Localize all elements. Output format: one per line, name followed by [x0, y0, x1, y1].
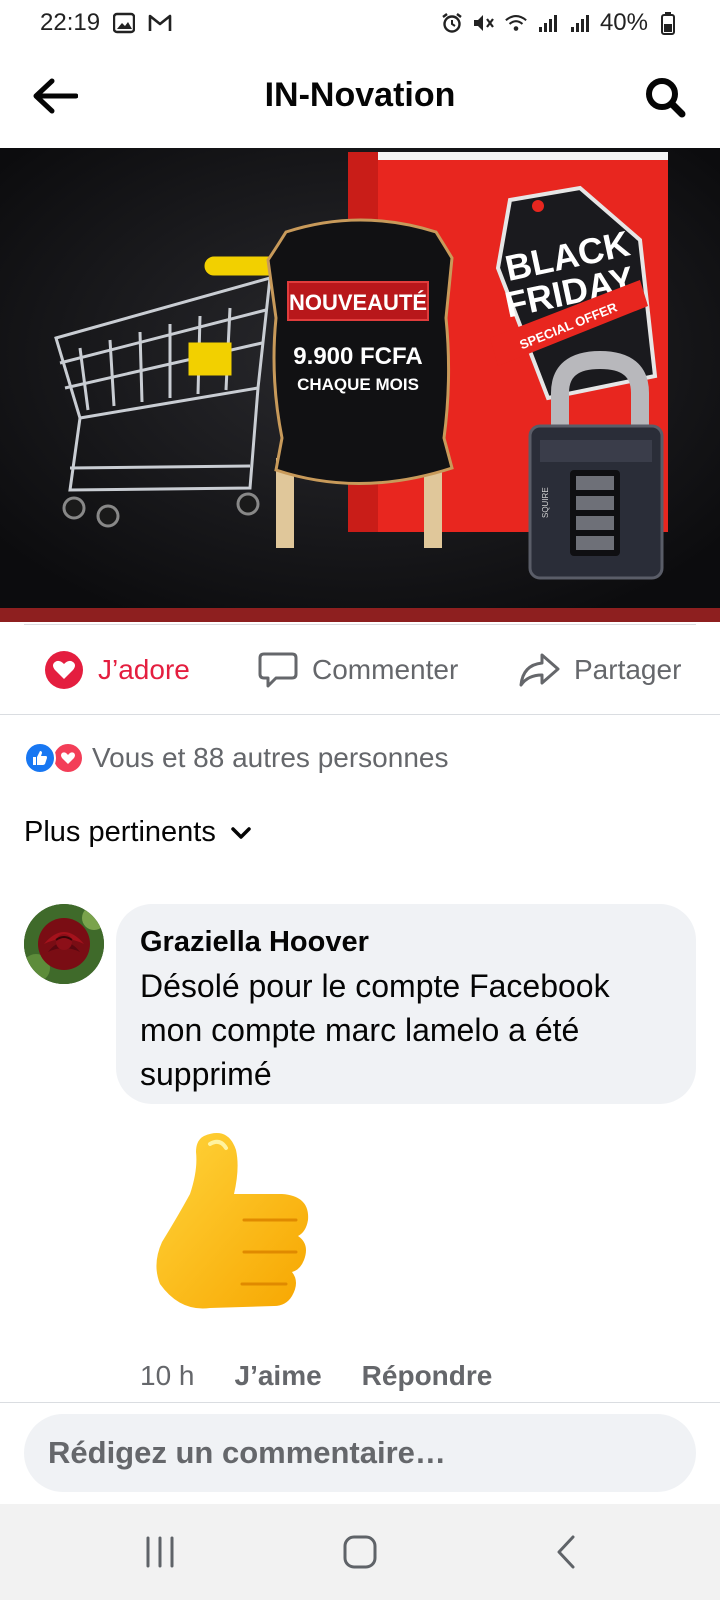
- back-button[interactable]: [30, 74, 80, 118]
- home-button[interactable]: [330, 1526, 390, 1578]
- recent-apps-button[interactable]: [130, 1526, 190, 1578]
- share-label: Partager: [574, 654, 682, 685]
- signal-icon: [536, 11, 560, 35]
- comment-icon: [258, 652, 298, 688]
- back-nav-button[interactable]: [536, 1526, 596, 1578]
- post-actions: J’adore Commenter Partager: [0, 638, 720, 702]
- comment-meta: 10 h J’aime Répondre: [140, 1360, 492, 1392]
- chevron-left-icon: [557, 1535, 575, 1569]
- status-bar: 22:19 40%: [0, 0, 720, 46]
- recent-apps-icon: [146, 1536, 174, 1568]
- comment-text: Désolé pour le compte Facebook mon compt…: [140, 968, 610, 1092]
- chevron-down-icon: [231, 826, 251, 839]
- sort-label: Plus pertinents: [24, 816, 216, 848]
- divider: [24, 624, 696, 625]
- love-icon: [52, 742, 84, 774]
- divider: [0, 1402, 720, 1403]
- divider: [0, 714, 720, 715]
- love-label: J’adore: [98, 654, 190, 685]
- alarm-icon: [440, 11, 464, 35]
- battery-percent: 40%: [599, 9, 648, 36]
- post-image-border: [0, 608, 720, 622]
- gmail-icon: [148, 11, 172, 35]
- svg-text:CHAQUE MOIS: CHAQUE MOIS: [297, 375, 419, 394]
- svg-text:9.900 FCFA: 9.900 FCFA: [293, 343, 422, 370]
- reactions-text: Vous et 88 autres personnes: [92, 742, 449, 773]
- comment-author[interactable]: Graziella Hoover: [140, 922, 672, 962]
- gallery-icon: [112, 11, 136, 35]
- thumbs-up-sticker[interactable]: [150, 1124, 320, 1324]
- system-nav-bar: [0, 1504, 720, 1600]
- search-icon: [646, 78, 686, 118]
- like-icon: [24, 742, 56, 774]
- reactions-summary[interactable]: Vous et 88 autres personnes: [24, 738, 448, 778]
- header: IN-Novation: [0, 46, 720, 148]
- rose-avatar-image: [24, 904, 104, 984]
- post-illustration: BLACK FRIDAY SPECIAL OFFER SQUIRE NOUVEA…: [0, 148, 720, 608]
- sort-comments-dropdown[interactable]: Plus pertinents: [24, 816, 252, 849]
- heart-icon: [45, 651, 83, 689]
- status-time: 22:19: [40, 9, 101, 36]
- comment-button[interactable]: Commenter: [258, 638, 458, 702]
- comment-reply-button[interactable]: Répondre: [362, 1360, 493, 1392]
- comment-label: Commenter: [312, 654, 459, 685]
- comment-composer[interactable]: [24, 1414, 696, 1492]
- comment-bubble[interactable]: Graziella Hoover Désolé pour le compte F…: [116, 904, 696, 1104]
- signal-icon: [568, 11, 592, 35]
- svg-text:NOUVEAUTÉ: NOUVEAUTÉ: [289, 290, 427, 315]
- comment-input[interactable]: [48, 1435, 696, 1471]
- wifi-icon: [504, 11, 528, 35]
- post-image[interactable]: BLACK FRIDAY SPECIAL OFFER SQUIRE NOUVEA…: [0, 148, 720, 608]
- avatar[interactable]: [24, 904, 104, 984]
- share-button[interactable]: Partager: [518, 638, 681, 702]
- comment-like-button[interactable]: J’aime: [235, 1360, 322, 1392]
- search-button[interactable]: [640, 72, 690, 122]
- thumbs-up-icon: [156, 1133, 309, 1309]
- love-reaction-button[interactable]: J’adore: [44, 638, 190, 702]
- battery-icon: [656, 11, 680, 35]
- mute-icon: [472, 11, 496, 35]
- svg-text:SQUIRE: SQUIRE: [541, 487, 550, 518]
- comment-time: 10 h: [140, 1360, 195, 1391]
- page-title: IN-Novation: [264, 76, 456, 114]
- home-icon: [343, 1535, 377, 1569]
- arrow-left-icon: [33, 78, 78, 114]
- share-icon: [519, 653, 560, 687]
